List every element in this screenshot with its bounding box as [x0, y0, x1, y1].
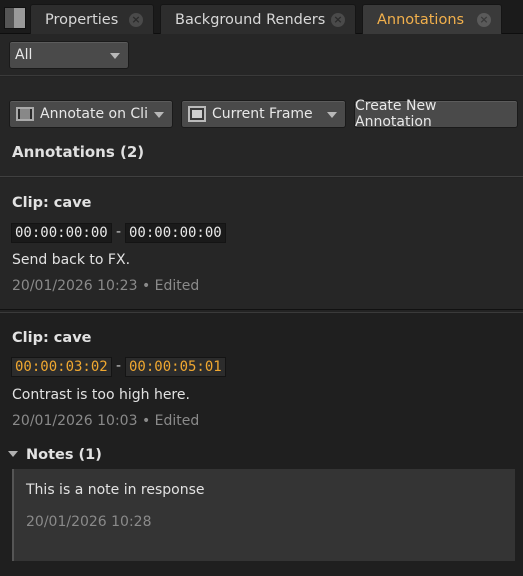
timecode-separator: -: [116, 224, 122, 240]
annotation-meta: 20/01/2026 10:23 • Edited: [12, 278, 200, 294]
annotation-text: Contrast is too high here.: [12, 387, 190, 403]
tab-bar: Properties × Background Renders × Annota…: [0, 0, 523, 34]
tab-label: Annotations: [377, 11, 465, 28]
section-title: Annotations (2): [12, 143, 145, 161]
frame-range-label: Current Frame: [212, 106, 313, 122]
filter-value: All: [15, 47, 33, 63]
clip-title: Clip: cave: [12, 330, 92, 346]
tab-properties[interactable]: Properties ×: [30, 4, 154, 34]
timecode-separator: -: [116, 358, 122, 374]
note-timestamp: 20/01/2026 10:28: [26, 514, 152, 530]
chevron-down-icon: [327, 112, 337, 118]
notes-header: Notes (1): [26, 447, 102, 463]
annotation-meta: 20/01/2026 10:03 • Edited: [12, 413, 200, 429]
close-icon[interactable]: ×: [477, 13, 491, 27]
annotate-on-label: Annotate on Cli: [40, 106, 148, 122]
annotation-card[interactable]: Clip: cave 00:00:00:00 - 00:00:00:00 Sen…: [0, 178, 523, 310]
tab-label: Properties: [45, 11, 119, 28]
annotate-on-dropdown[interactable]: Annotate on Cli: [9, 100, 173, 128]
triangle-down-icon: [8, 451, 18, 457]
tab-annotations[interactable]: Annotations ×: [362, 4, 502, 34]
note-item: This is a note in response 20/01/2026 10…: [12, 469, 515, 561]
film-icon: [16, 107, 34, 121]
timecode-out[interactable]: 00:00:00:00: [125, 223, 226, 243]
close-icon[interactable]: ×: [129, 13, 143, 27]
timecode-out[interactable]: 00:00:05:01: [125, 357, 226, 377]
panel-handle-icon[interactable]: [4, 7, 26, 29]
annotation-text: Send back to FX.: [12, 252, 131, 268]
chevron-down-icon: [154, 112, 164, 118]
chevron-down-icon: [110, 53, 120, 59]
timecode-in[interactable]: 00:00:00:00: [11, 223, 112, 243]
create-annotation-label: Create New Annotation: [355, 98, 437, 130]
tab-label: Background Renders: [175, 11, 326, 28]
tab-background-renders[interactable]: Background Renders ×: [160, 4, 356, 34]
close-icon[interactable]: ×: [331, 13, 345, 27]
timecode-in[interactable]: 00:00:03:02: [11, 357, 112, 377]
frame-range-dropdown[interactable]: Current Frame: [181, 100, 346, 128]
frame-icon: [188, 106, 206, 122]
note-text: This is a note in response: [26, 482, 205, 498]
filter-dropdown[interactable]: All: [9, 41, 129, 69]
notes-toggle[interactable]: Notes (1): [8, 447, 102, 463]
create-annotation-button[interactable]: Create New Annotation: [354, 98, 518, 130]
clip-title: Clip: cave: [12, 195, 92, 211]
